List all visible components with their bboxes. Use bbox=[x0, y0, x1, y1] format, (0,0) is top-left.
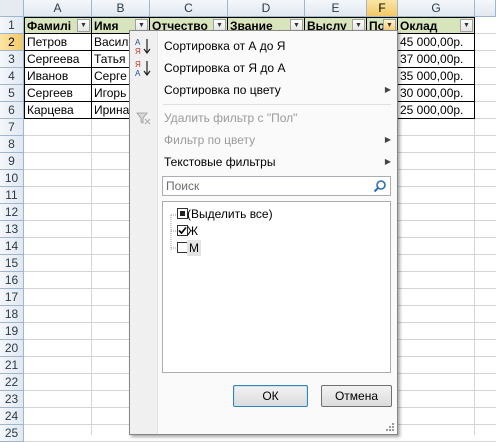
submenu-arrow-icon: ▶ bbox=[384, 85, 391, 94]
column-header-c[interactable]: C bbox=[150, 0, 228, 17]
ok-button[interactable]: ОК bbox=[233, 385, 308, 407]
sort-z-to-a-icon: Я А bbox=[135, 60, 151, 77]
row-header[interactable]: 12 bbox=[0, 204, 24, 221]
row-header[interactable]: 6 bbox=[0, 102, 24, 119]
row-header[interactable]: 4 bbox=[0, 68, 24, 85]
cell-b6[interactable]: Ирина bbox=[92, 102, 132, 119]
row-header[interactable]: 10 bbox=[0, 170, 24, 187]
select-all-item[interactable]: (Выделить все) bbox=[163, 206, 388, 222]
filter-search-input[interactable]: Поиск bbox=[162, 176, 391, 196]
row-header[interactable]: 15 bbox=[0, 255, 24, 272]
sort-by-color-label: Сортировка по цвету bbox=[164, 83, 281, 97]
text-filters-item[interactable]: Текстовые фильтры ▶ bbox=[130, 151, 397, 173]
row-header[interactable]: 21 bbox=[0, 357, 24, 374]
row-header[interactable]: 16 bbox=[0, 272, 24, 289]
cell-a6[interactable]: Карцева bbox=[24, 102, 92, 119]
row-header[interactable]: 24 bbox=[0, 408, 24, 425]
autofilter-menu: А Я Сортировка от А до Я Я А Сортировка … bbox=[129, 30, 398, 435]
clear-filter-label: Удалить фильтр с "Пол" bbox=[164, 111, 298, 125]
filter-by-color-item[interactable]: Фильтр по цвету ▶ bbox=[130, 129, 397, 151]
filter-values-list: (Выделить все) Ж М bbox=[162, 201, 391, 373]
value-item-zh[interactable]: Ж bbox=[163, 223, 388, 239]
row-header[interactable]: 11 bbox=[0, 187, 24, 204]
resize-grip-icon[interactable] bbox=[385, 422, 395, 432]
search-icon bbox=[373, 180, 386, 193]
clear-filter-item[interactable]: Удалить фильтр с "Пол" bbox=[130, 107, 397, 129]
filter-dropdown-button[interactable]: ▼ bbox=[460, 19, 473, 32]
row-header[interactable]: 14 bbox=[0, 238, 24, 255]
column-header-b[interactable]: B bbox=[92, 0, 150, 17]
row-header[interactable]: 18 bbox=[0, 306, 24, 323]
header-cell-surname[interactable]: Фамилі ▼ bbox=[24, 17, 92, 34]
sort-by-color-item[interactable]: Сортировка по цвету ▶ bbox=[130, 79, 397, 101]
value-label: М bbox=[187, 240, 201, 256]
sort-ascending-label: Сортировка от А до Я bbox=[164, 39, 286, 53]
header-cell-salary[interactable]: Оклад ▼ bbox=[398, 17, 475, 34]
svg-text:А: А bbox=[135, 69, 141, 77]
search-placeholder: Поиск bbox=[166, 179, 200, 193]
cell-b4[interactable]: Серге bbox=[92, 68, 132, 85]
cell-g2[interactable]: 45 000,00р. bbox=[398, 34, 475, 51]
select-all-corner[interactable] bbox=[0, 0, 24, 17]
column-header-d[interactable]: D bbox=[228, 0, 305, 17]
filter-dropdown-button[interactable]: ▼ bbox=[77, 19, 90, 32]
text-filters-label: Текстовые фильтры bbox=[164, 155, 276, 169]
row-header[interactable]: 19 bbox=[0, 323, 24, 340]
column-header-h[interactable] bbox=[475, 0, 496, 17]
submenu-arrow-icon: ▶ bbox=[384, 135, 391, 144]
checkmark-icon bbox=[178, 226, 187, 235]
column-header-g[interactable]: G bbox=[398, 0, 475, 17]
cell-a5[interactable]: Сергеев bbox=[24, 85, 92, 102]
cell-a2[interactable]: Петров bbox=[24, 34, 92, 51]
cell-b2[interactable]: Васил bbox=[92, 34, 132, 51]
sort-ascending-item[interactable]: А Я Сортировка от А до Я bbox=[130, 35, 397, 57]
column-header-f[interactable]: F bbox=[367, 0, 398, 17]
svg-text:Я: Я bbox=[135, 47, 141, 55]
value-label: Ж bbox=[187, 224, 199, 238]
row-header[interactable]: 1 bbox=[0, 17, 24, 34]
row-header[interactable]: 2 bbox=[0, 34, 24, 51]
cell-b3[interactable]: Татья bbox=[92, 51, 132, 68]
cell-b5[interactable]: Игорь bbox=[92, 85, 132, 102]
row-header[interactable]: 25 bbox=[0, 425, 24, 442]
row-header[interactable]: 17 bbox=[0, 289, 24, 306]
row-header[interactable]: 8 bbox=[0, 136, 24, 153]
sort-a-to-z-icon: А Я bbox=[135, 38, 151, 55]
cell-g6[interactable]: 25 000,00р. bbox=[398, 102, 475, 119]
column-header-a[interactable]: A bbox=[24, 0, 92, 17]
submenu-arrow-icon: ▶ bbox=[384, 157, 391, 166]
value-item-m[interactable]: М bbox=[163, 240, 388, 256]
row-header[interactable]: 5 bbox=[0, 85, 24, 102]
row-header[interactable]: 23 bbox=[0, 391, 24, 408]
row-header[interactable]: 3 bbox=[0, 51, 24, 68]
cell-g4[interactable]: 35 000,00р. bbox=[398, 68, 475, 85]
cell-a4[interactable]: Иванов bbox=[24, 68, 92, 85]
svg-text:Я: Я bbox=[135, 60, 141, 69]
menu-separator bbox=[163, 104, 391, 105]
column-header-e[interactable]: E bbox=[305, 0, 367, 17]
sort-descending-item[interactable]: Я А Сортировка от Я до А bbox=[130, 57, 397, 79]
select-all-label: (Выделить все) bbox=[187, 207, 273, 221]
row-header[interactable]: 7 bbox=[0, 119, 24, 136]
cell-g5[interactable]: 30 000,00р. bbox=[398, 85, 475, 102]
cell-g3[interactable]: 37 000,00р. bbox=[398, 51, 475, 68]
filter-by-color-label: Фильтр по цвету bbox=[164, 133, 256, 147]
svg-text:А: А bbox=[135, 38, 141, 47]
row-header[interactable]: 22 bbox=[0, 374, 24, 391]
row-header[interactable]: 13 bbox=[0, 221, 24, 238]
row-header[interactable]: 20 bbox=[0, 340, 24, 357]
sort-descending-label: Сортировка от Я до А bbox=[164, 61, 286, 75]
cell-a3[interactable]: Сергеева bbox=[24, 51, 92, 68]
cancel-button[interactable]: Отмена bbox=[321, 385, 392, 407]
clear-filter-icon bbox=[136, 112, 151, 125]
row-header[interactable]: 9 bbox=[0, 153, 24, 170]
